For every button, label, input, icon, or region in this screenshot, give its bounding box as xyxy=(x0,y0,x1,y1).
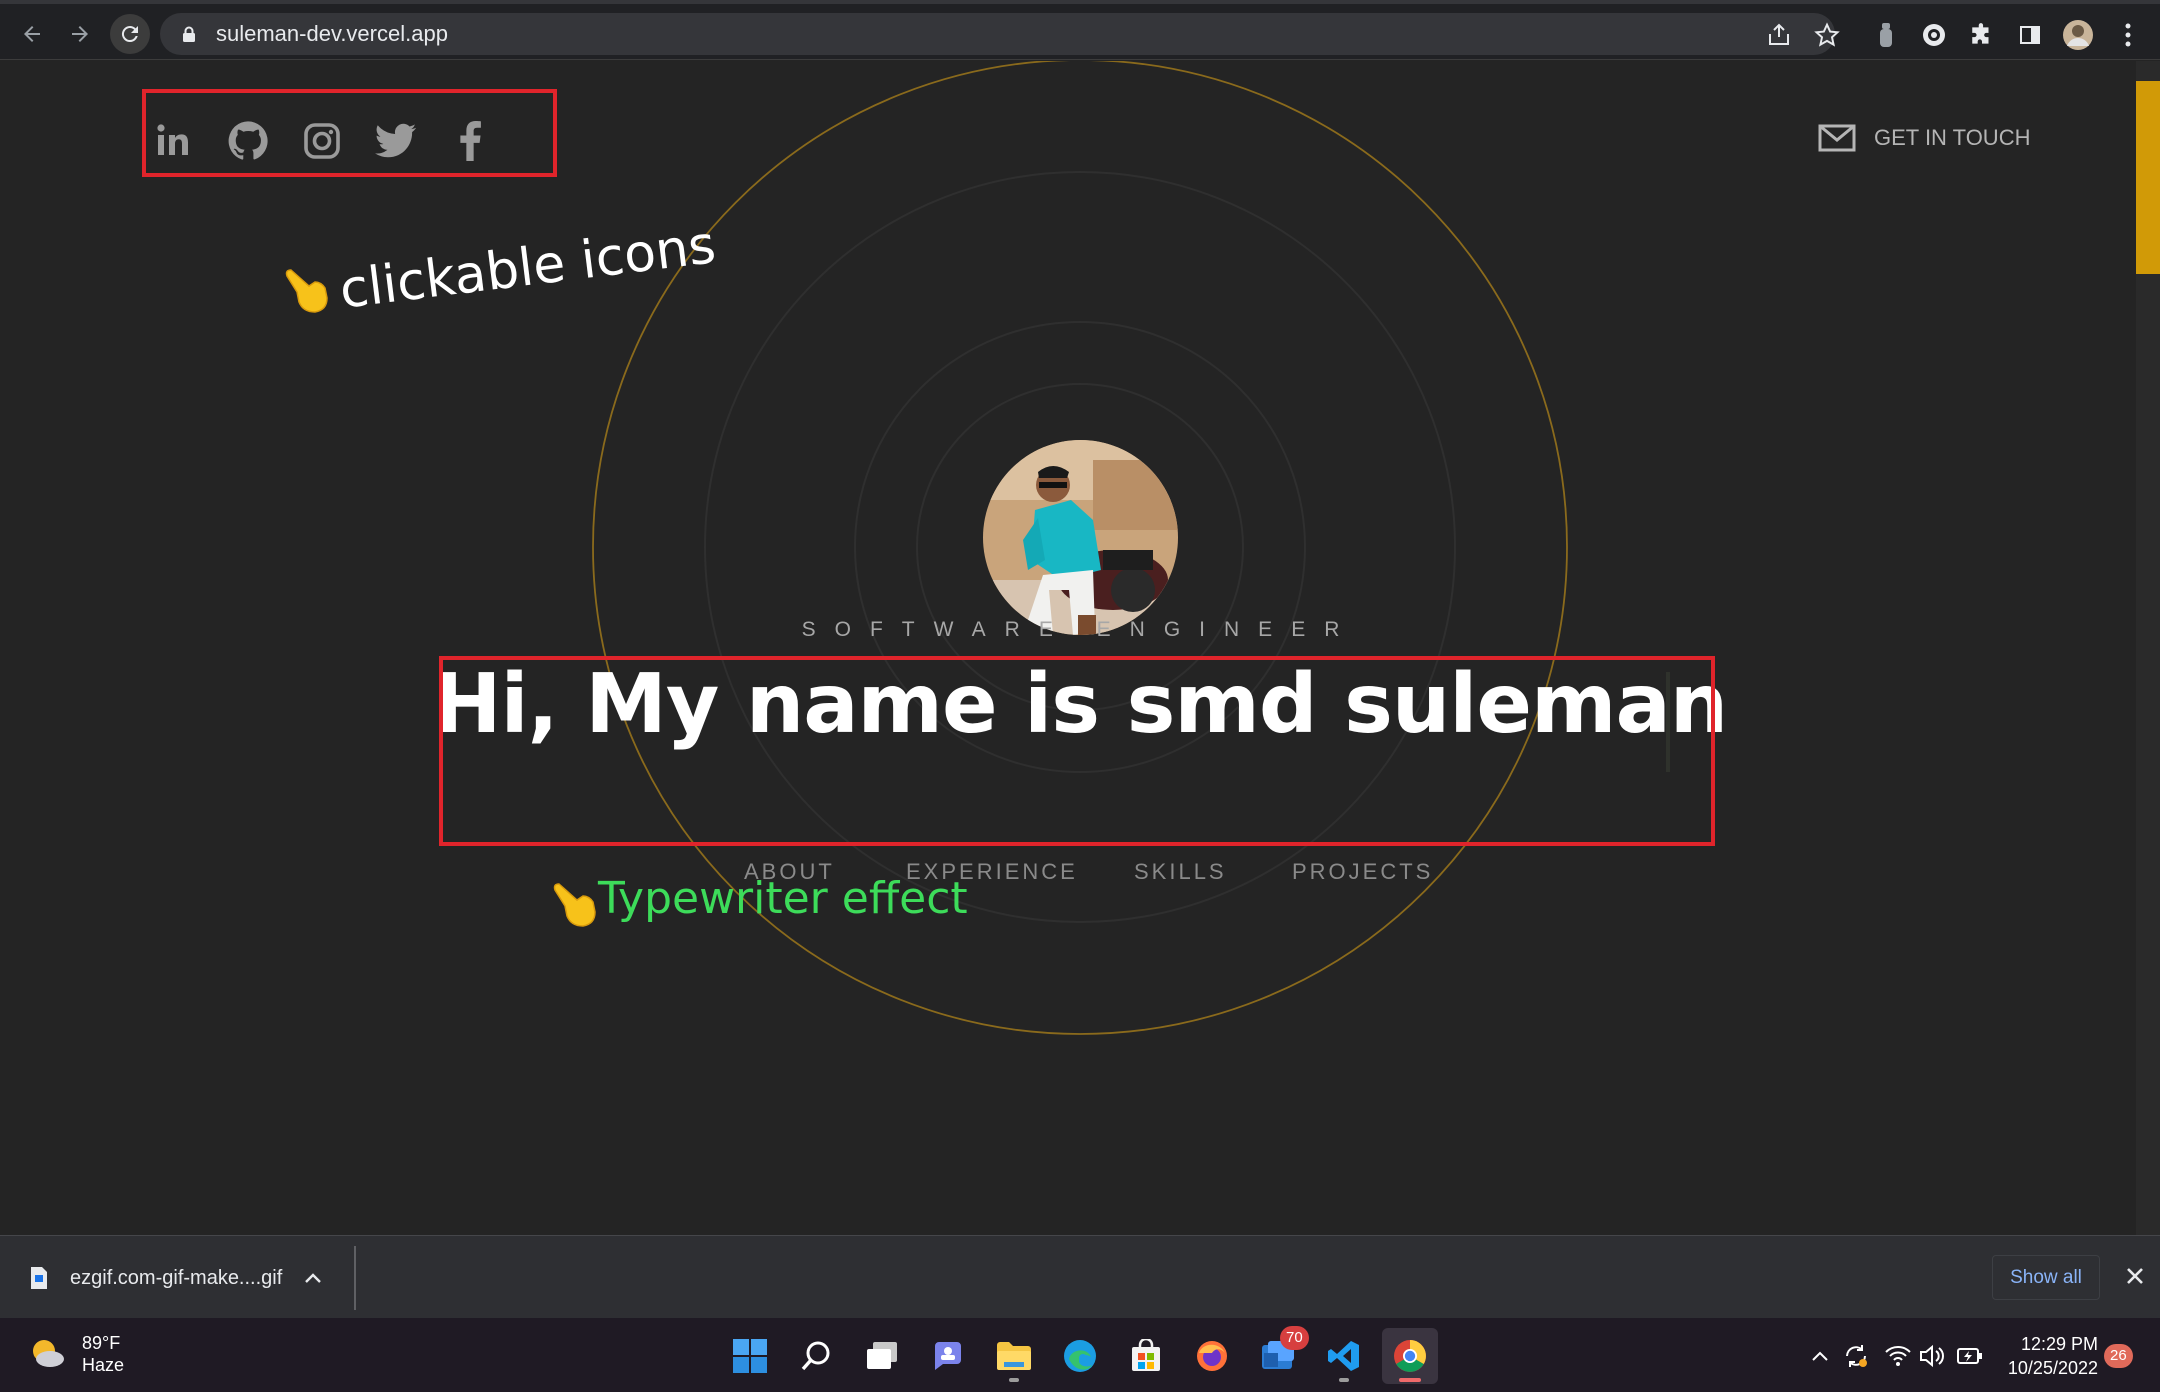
tagline: SOFTWARE ENGINEER xyxy=(801,618,1359,641)
close-shelf-button[interactable] xyxy=(2120,1261,2150,1291)
mail-icon xyxy=(1818,124,1856,152)
chat-icon xyxy=(935,1342,961,1370)
lock-icon xyxy=(183,26,195,42)
task-view-button[interactable] xyxy=(854,1328,910,1384)
annotation-box-icons xyxy=(142,89,557,177)
url-text: suleman-dev.vercel.app xyxy=(216,21,448,46)
vscode-icon xyxy=(1328,1341,1359,1371)
reload-icon xyxy=(121,26,138,43)
chevron-up-icon[interactable] xyxy=(304,1272,322,1284)
close-icon xyxy=(2127,1268,2143,1284)
battery-charging-icon xyxy=(1957,1348,1982,1364)
share-icon xyxy=(1769,23,1789,45)
arrow-right-icon xyxy=(72,26,88,42)
nav-skills[interactable]: SKILLS xyxy=(1134,859,1227,885)
annotation-box-headline xyxy=(439,656,1715,846)
search-button[interactable] xyxy=(788,1328,844,1384)
weather-temperature: 89°F xyxy=(82,1333,121,1353)
extension-button-1[interactable] xyxy=(1870,19,1902,51)
pointing-hand-icon xyxy=(285,269,328,313)
running-indicator xyxy=(1339,1378,1349,1382)
chrome-menu-button[interactable] xyxy=(2112,19,2144,51)
chrome-button[interactable] xyxy=(1382,1328,1438,1384)
running-indicator xyxy=(1009,1378,1019,1382)
address-bar[interactable]: suleman-dev.vercel.app xyxy=(160,13,1835,55)
volume-icon xyxy=(1920,1344,1944,1368)
file-explorer-button[interactable] xyxy=(986,1328,1042,1384)
edge-icon xyxy=(1064,1340,1096,1372)
back-button[interactable] xyxy=(12,14,52,54)
puzzle-icon xyxy=(1972,23,1989,44)
firefox-icon xyxy=(1197,1341,1227,1371)
teams-badge: 70 xyxy=(1280,1326,1309,1350)
bookmark-star-button[interactable] xyxy=(1812,20,1842,50)
start-button[interactable] xyxy=(722,1328,778,1384)
battery-button[interactable] xyxy=(1956,1342,1984,1370)
get-in-touch-label: GET IN TOUCH xyxy=(1874,125,2031,150)
chrome-icon xyxy=(1394,1340,1426,1372)
extension-globe-icon xyxy=(1923,24,1945,46)
task-view-icon xyxy=(867,1342,897,1369)
clock[interactable]: 12:29 PM 10/25/2022 xyxy=(1990,1332,2098,1380)
vscode-button[interactable] xyxy=(1316,1328,1372,1384)
weather-description: Haze xyxy=(82,1355,125,1375)
folder-icon xyxy=(997,1342,1031,1370)
weather-widget[interactable]: 89°F Haze xyxy=(28,1332,124,1376)
portfolio-page: GET IN TOUCH SOFTWARE ENGINEER Hi, My na… xyxy=(0,61,2136,1235)
background-rings xyxy=(592,61,1568,1035)
windows-logo-icon xyxy=(733,1339,767,1373)
star-icon xyxy=(1814,22,1840,47)
shelf-divider xyxy=(354,1246,356,1310)
profile-button[interactable] xyxy=(2062,19,2094,51)
nav-projects[interactable]: PROJECTS xyxy=(1292,859,1433,885)
edge-button[interactable] xyxy=(1052,1328,1108,1384)
clock-time: 12:29 PM xyxy=(2020,1334,2098,1354)
firefox-button[interactable] xyxy=(1184,1328,1240,1384)
page-scrollbar[interactable] xyxy=(2136,61,2160,1235)
scrollbar-thumb[interactable] xyxy=(2136,81,2160,274)
active-indicator xyxy=(1399,1378,1421,1382)
share-button[interactable] xyxy=(1764,20,1794,50)
extension-button-2[interactable] xyxy=(1918,19,1950,51)
download-file-name: ezgif.com-gif-make....gif xyxy=(70,1266,283,1289)
teams-button[interactable]: 70 xyxy=(1250,1326,1309,1384)
side-panel-button[interactable] xyxy=(2014,19,2046,51)
annotation-typewriter-effect: Typewriter effect xyxy=(598,873,968,924)
show-hidden-icons-button[interactable] xyxy=(1806,1342,1834,1370)
extension-bottle-icon xyxy=(1880,23,1892,47)
clock-date: 10/25/2022 xyxy=(2007,1358,2098,1378)
download-shelf: ezgif.com-gif-make....gif Show all xyxy=(0,1235,2160,1318)
download-item[interactable]: ezgif.com-gif-make....gif xyxy=(30,1258,322,1298)
forward-button[interactable] xyxy=(60,14,100,54)
show-all-button[interactable]: Show all xyxy=(1992,1255,2100,1300)
wifi-button[interactable] xyxy=(1884,1342,1912,1370)
chevron-up-icon xyxy=(1812,1351,1828,1361)
profile-photo-image xyxy=(983,440,1178,635)
browser-toolbar: suleman-dev.vercel.app xyxy=(0,0,2160,60)
taskbar: 89°F Haze 70 12:29 PM 10/25/2022 26 xyxy=(0,1318,2160,1392)
extensions-button[interactable] xyxy=(1966,19,1998,51)
volume-button[interactable] xyxy=(1918,1342,1946,1370)
wifi-icon xyxy=(1885,1346,1911,1366)
notification-badge[interactable]: 26 xyxy=(2104,1344,2133,1368)
get-in-touch-link[interactable]: GET IN TOUCH xyxy=(1818,113,2030,163)
arrow-left-icon xyxy=(24,26,40,42)
weather-haze-icon xyxy=(33,1340,64,1367)
side-panel-icon xyxy=(2020,26,2040,44)
microsoft-store-button[interactable] xyxy=(1118,1328,1174,1384)
search-icon xyxy=(801,1341,830,1371)
pointing-hand-icon xyxy=(553,883,596,927)
profile-photo xyxy=(983,440,1178,635)
kebab-menu-icon xyxy=(2125,23,2131,47)
sync-icon xyxy=(1846,1345,1867,1367)
profile-avatar-icon xyxy=(2063,20,2093,50)
file-icon xyxy=(31,1267,47,1289)
store-icon xyxy=(1132,1339,1160,1371)
reload-button[interactable] xyxy=(110,14,150,54)
teams-chat-button[interactable] xyxy=(920,1328,976,1384)
sync-tray-button[interactable] xyxy=(1842,1342,1870,1370)
